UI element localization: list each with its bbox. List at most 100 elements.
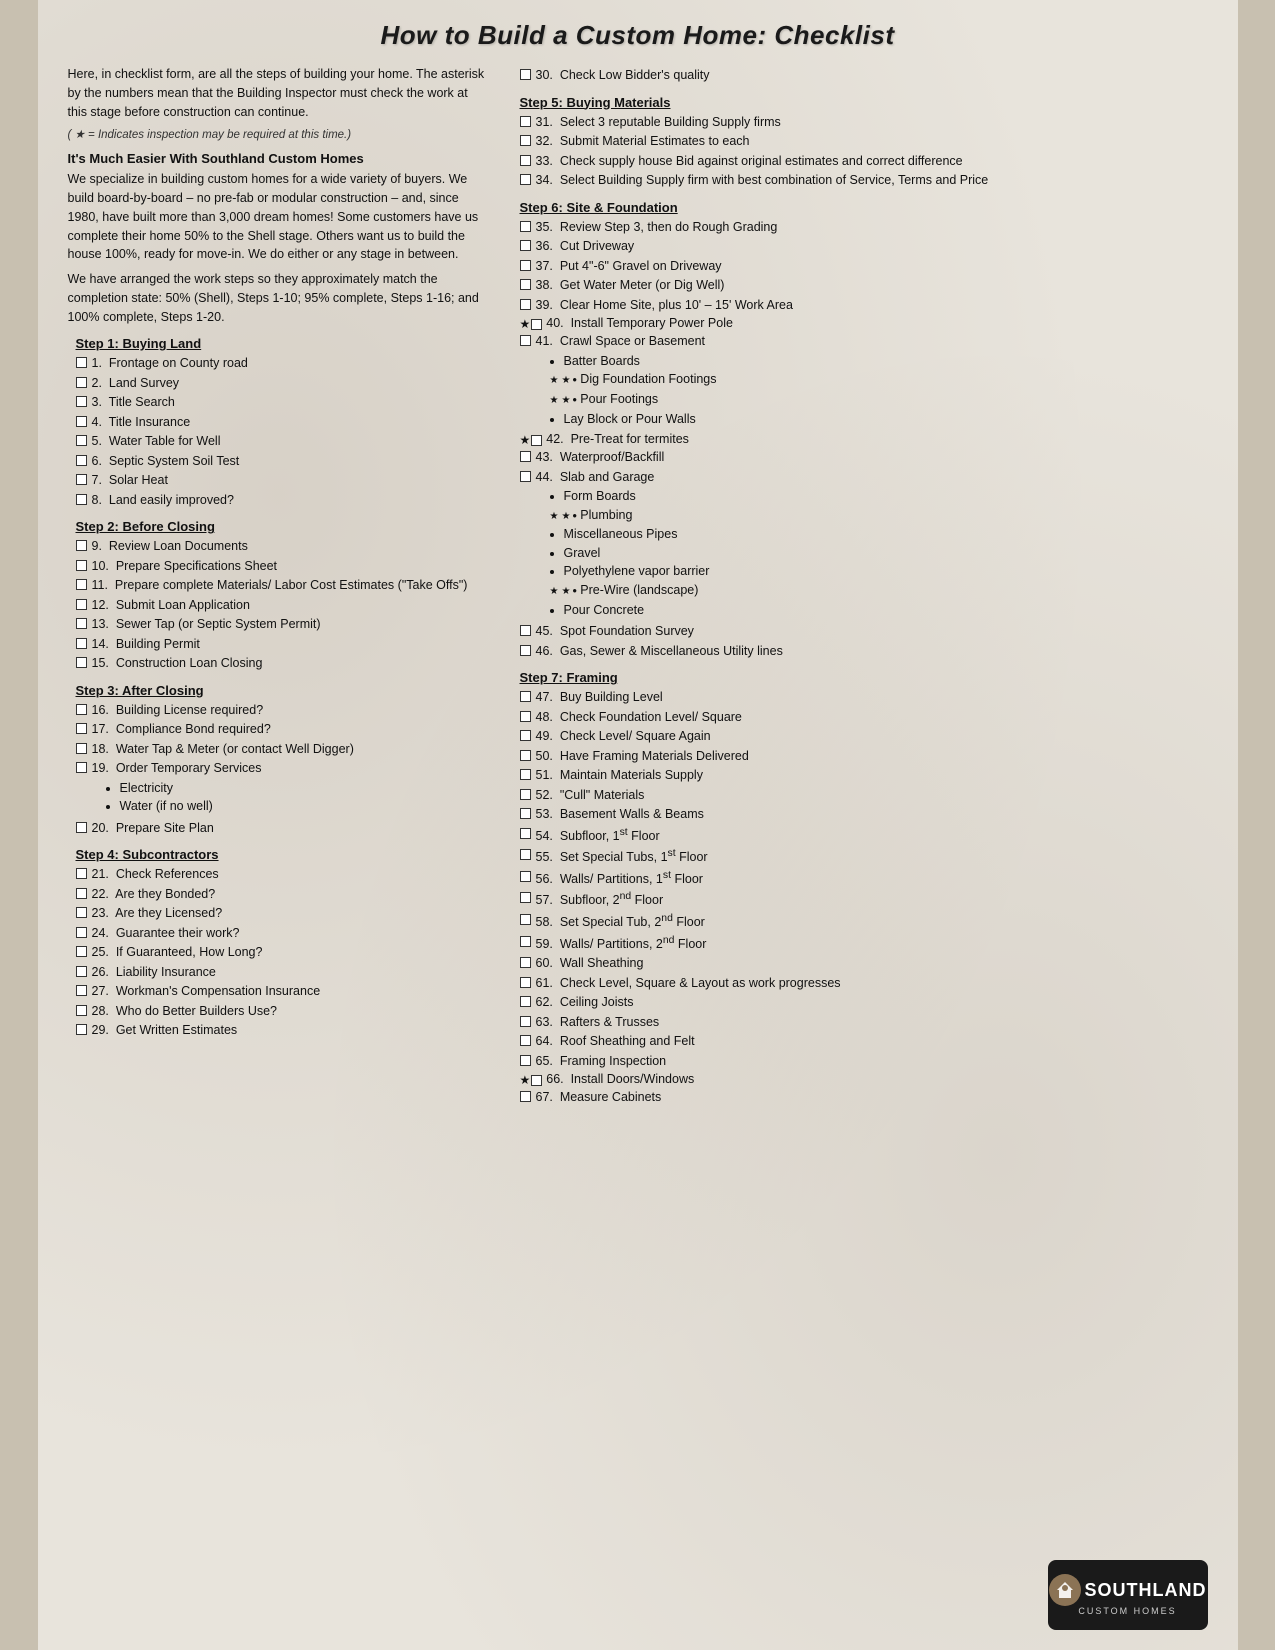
list-item-star-66: ★ 66. Install Doors/Windows — [520, 1072, 1208, 1087]
list-item: 47. Buy Building Level — [520, 689, 1208, 707]
checkbox[interactable] — [76, 1024, 87, 1035]
list-item: 43. Waterproof/Backfill — [520, 449, 1208, 467]
step-3-header: Step 3: After Closing — [76, 683, 488, 698]
list-item: 29. Get Written Estimates — [76, 1022, 488, 1040]
star-icon: ★ — [520, 1073, 531, 1087]
bullet-icon: • — [572, 508, 576, 526]
sub-list-item-star: ★• Pre-Wire (landscape) — [550, 582, 1208, 601]
checkbox[interactable] — [520, 936, 531, 947]
checkbox[interactable] — [520, 914, 531, 925]
list-item: 65. Framing Inspection — [520, 1053, 1208, 1071]
checkbox[interactable] — [520, 769, 531, 780]
checkbox[interactable] — [520, 240, 531, 251]
list-item: 58. Set Special Tub, 2nd Floor — [520, 912, 1208, 932]
checkbox[interactable] — [76, 985, 87, 996]
checkbox[interactable] — [520, 691, 531, 702]
checkbox[interactable] — [76, 723, 87, 734]
checkbox[interactable] — [520, 1016, 531, 1027]
checkbox[interactable] — [76, 618, 87, 629]
sub-list-item: Water (if no well) — [120, 798, 488, 816]
checkbox[interactable] — [520, 645, 531, 656]
checkbox[interactable] — [520, 1091, 531, 1102]
checkbox[interactable] — [520, 849, 531, 860]
checkbox[interactable] — [520, 135, 531, 146]
checkbox[interactable] — [531, 435, 542, 446]
checkbox[interactable] — [76, 416, 87, 427]
checkbox[interactable] — [520, 625, 531, 636]
list-item: 35. Review Step 3, then do Rough Grading — [520, 219, 1208, 237]
checkbox[interactable] — [520, 260, 531, 271]
checkbox[interactable] — [76, 599, 87, 610]
checkbox[interactable] — [520, 977, 531, 988]
checkbox[interactable] — [76, 1005, 87, 1016]
checkbox[interactable] — [520, 871, 531, 882]
checkbox[interactable] — [520, 1035, 531, 1046]
checkbox[interactable] — [76, 396, 87, 407]
checkbox[interactable] — [520, 957, 531, 968]
checkbox[interactable] — [531, 319, 542, 330]
checkbox[interactable] — [76, 455, 87, 466]
checkbox[interactable] — [76, 579, 87, 590]
checkbox[interactable] — [76, 474, 87, 485]
checkbox[interactable] — [76, 540, 87, 551]
checkbox[interactable] — [76, 657, 87, 668]
list-item: 19. Order Temporary Services Electricity… — [76, 760, 488, 818]
list-item: 23. Are they Licensed? — [76, 905, 488, 923]
checkbox[interactable] — [520, 808, 531, 819]
logo-brand-name: SOUTHLAND — [1085, 1580, 1207, 1601]
checkbox[interactable] — [520, 299, 531, 310]
checkbox[interactable] — [76, 868, 87, 879]
list-item: 6. Septic System Soil Test — [76, 453, 488, 471]
list-item: 38. Get Water Meter (or Dig Well) — [520, 277, 1208, 295]
list-item: 21. Check References — [76, 866, 488, 884]
compliance-bond-item: 17. Compliance Bond required? — [76, 721, 488, 739]
list-item: 60. Wall Sheathing — [520, 955, 1208, 973]
checkbox[interactable] — [531, 1075, 542, 1086]
checkbox[interactable] — [76, 822, 87, 833]
checkbox[interactable] — [520, 451, 531, 462]
checkbox[interactable] — [520, 155, 531, 166]
checkbox[interactable] — [520, 892, 531, 903]
checkbox[interactable] — [76, 743, 87, 754]
list-item: 52. "Cull" Materials — [520, 787, 1208, 805]
logo-sub-text: CUSTOM HOMES — [1078, 1606, 1176, 1616]
checkbox[interactable] — [76, 357, 87, 368]
checkbox[interactable] — [520, 116, 531, 127]
checkbox[interactable] — [520, 828, 531, 839]
checkbox[interactable] — [76, 494, 87, 505]
checkbox[interactable] — [76, 560, 87, 571]
checkbox[interactable] — [76, 638, 87, 649]
checkbox[interactable] — [76, 966, 87, 977]
checkbox[interactable] — [520, 335, 531, 346]
checkbox[interactable] — [520, 730, 531, 741]
list-item: 45. Spot Foundation Survey — [520, 623, 1208, 641]
checkbox[interactable] — [520, 996, 531, 1007]
checkbox[interactable] — [76, 377, 87, 388]
list-item: 39. Clear Home Site, plus 10' – 15' Work… — [520, 297, 1208, 315]
list-item: 14. Building Permit — [76, 636, 488, 654]
checkbox[interactable] — [520, 174, 531, 185]
checkbox[interactable] — [520, 471, 531, 482]
checkbox[interactable] — [76, 927, 87, 938]
checkbox[interactable] — [76, 435, 87, 446]
checkbox[interactable] — [76, 888, 87, 899]
list-item: 56. Walls/ Partitions, 1st Floor — [520, 869, 1208, 889]
checkbox[interactable] — [76, 907, 87, 918]
sub-list-item-star: ★• Pour Footings — [550, 391, 1208, 410]
checkbox[interactable] — [520, 789, 531, 800]
checkbox[interactable] — [76, 762, 87, 773]
list-item: 48. Check Foundation Level/ Square — [520, 709, 1208, 727]
checkbox[interactable] — [520, 221, 531, 232]
checkbox[interactable] — [520, 1055, 531, 1066]
sub-list-item-star: ★• Plumbing — [550, 507, 1208, 526]
list-item: 12. Submit Loan Application — [76, 597, 488, 615]
checkbox[interactable] — [76, 946, 87, 957]
checkbox[interactable] — [76, 704, 87, 715]
checkbox[interactable] — [520, 750, 531, 761]
list-item: 31. Select 3 reputable Building Supply f… — [520, 114, 1208, 132]
star-icon: ★ — [520, 317, 531, 331]
step-4-header: Step 4: Subcontractors — [76, 847, 488, 862]
checkbox[interactable] — [520, 711, 531, 722]
checkbox[interactable] — [520, 279, 531, 290]
checkbox[interactable] — [520, 69, 531, 80]
